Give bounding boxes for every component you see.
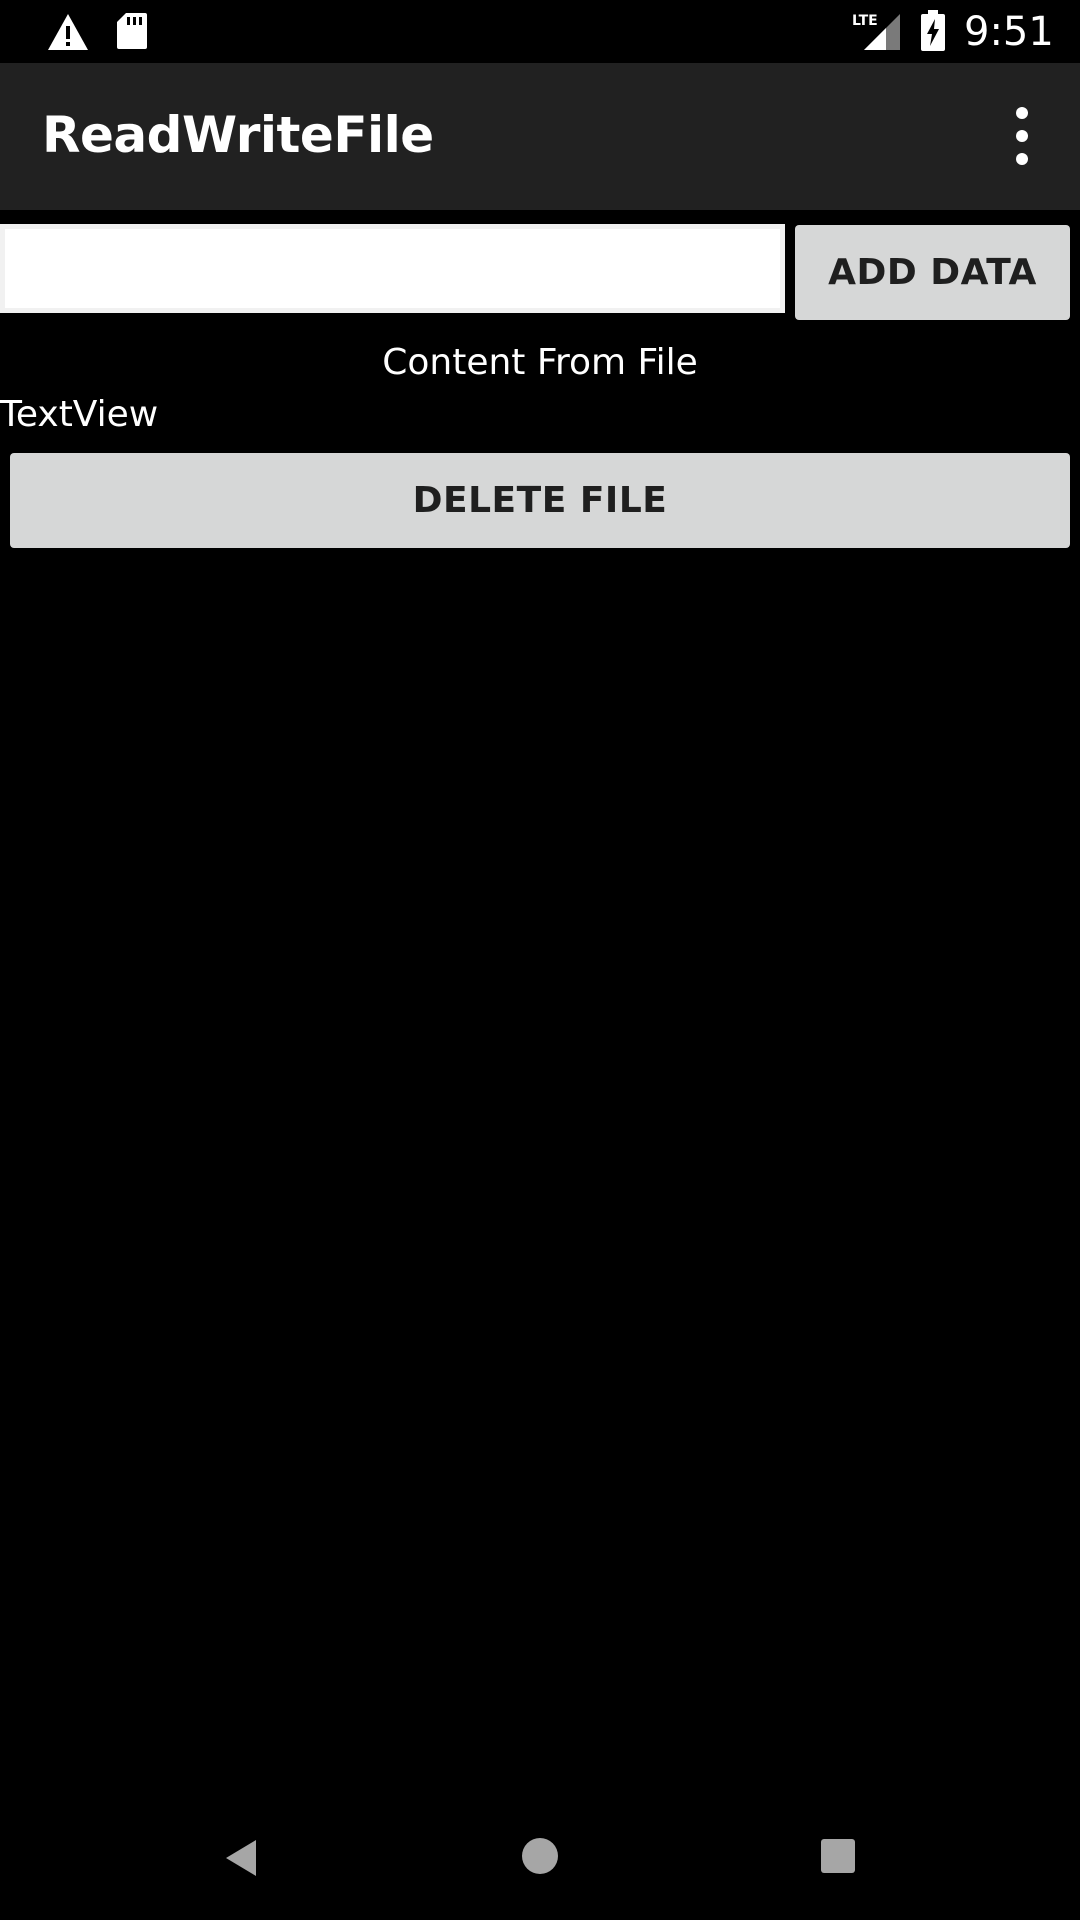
signal-icon: LTE xyxy=(852,12,902,56)
menu-dot xyxy=(1016,107,1028,119)
status-bar: LTE 9:51 xyxy=(0,0,1080,63)
delete-file-button[interactable]: DELETE FILE xyxy=(10,453,1070,548)
recents-icon[interactable] xyxy=(820,1838,856,1878)
menu-dot xyxy=(1016,153,1028,165)
home-icon[interactable] xyxy=(520,1836,560,1880)
app-bar: ReadWriteFile xyxy=(0,63,1080,210)
sd-card-icon xyxy=(116,12,148,54)
back-icon[interactable] xyxy=(222,1836,262,1884)
data-input[interactable] xyxy=(0,224,785,313)
battery-charging-icon xyxy=(920,10,946,56)
screen: LTE 9:51 ReadWriteFile ADD DATA Content … xyxy=(0,0,1080,1920)
network-type-label: LTE xyxy=(852,13,878,29)
app-title: ReadWriteFile xyxy=(42,106,434,164)
menu-dot xyxy=(1016,130,1028,142)
file-content-text: TextView xyxy=(0,394,159,435)
add-data-button[interactable]: ADD DATA xyxy=(795,225,1070,320)
warning-icon xyxy=(46,12,90,56)
content-heading: Content From File xyxy=(382,342,698,383)
status-clock: 9:51 xyxy=(964,9,1054,55)
more-vert-icon[interactable] xyxy=(1000,103,1046,169)
navigation-bar xyxy=(0,1794,1080,1920)
